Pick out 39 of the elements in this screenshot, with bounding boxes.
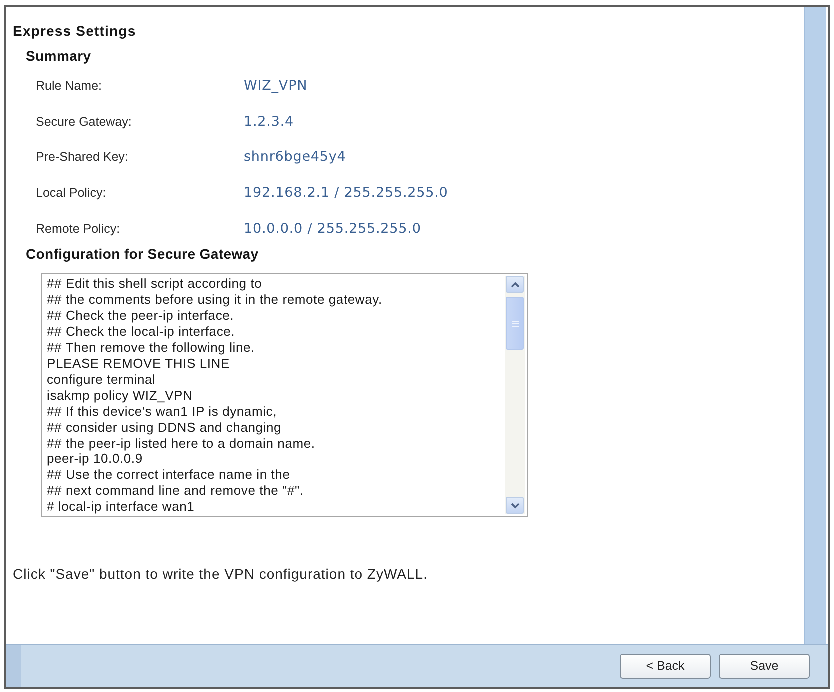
script-line: # local-ip interface wan1 — [47, 499, 196, 516]
save-button[interactable]: Save — [719, 654, 810, 678]
script-text-area[interactable] — [41, 273, 528, 518]
field-label: Rule Name: — [36, 78, 102, 93]
field-value: WIZ_VPN — [244, 78, 308, 94]
script-line: configure terminal — [47, 372, 157, 388]
script-line: ## consider using DDNS and changing — [47, 420, 283, 436]
scrollbar-track[interactable] — [505, 276, 525, 514]
section-heading: Configuration for Secure Gateway — [26, 246, 259, 262]
section-heading: Summary — [26, 48, 92, 64]
script-line: ## the comments before using it in the remote gateway. — [47, 292, 384, 308]
field-value: 192.168.2.1 / 255.255.255.0 — [244, 184, 448, 201]
chevron-down-icon — [510, 502, 520, 509]
back-button[interactable]: < Back — [620, 654, 711, 678]
script-line: ## Then remove the following line. — [47, 340, 256, 356]
field-value: shnr6bge45y4 — [244, 149, 346, 166]
script-line: ## the peer-ip listed here to a domain name. — [47, 436, 316, 452]
scroll-up-button[interactable] — [506, 276, 524, 294]
scroll-down-button[interactable] — [506, 497, 524, 514]
instruction-text: Click "Save" button to write the VPN configuration to ZyWALL. — [13, 566, 428, 582]
field-label: Pre-Shared Key: — [36, 150, 128, 164]
field-label: Local Policy: — [36, 186, 106, 200]
script-line: ## Check the local-ip interface. — [47, 324, 236, 340]
field-label: Remote Policy: — [36, 222, 120, 236]
script-line: PLEASE REMOVE THIS LINE — [47, 356, 231, 372]
dialog-title: Express Settings — [13, 23, 136, 39]
script-line: peer-ip 10.0.0.9 — [47, 451, 144, 468]
script-line: ## Edit this shell script according to — [47, 276, 264, 292]
field-label: Secure Gateway: — [36, 114, 132, 129]
script-line: ## If this device's wan1 IP is dynamic, — [47, 404, 278, 420]
script-line: ## next command line and remove the "#". — [47, 483, 305, 500]
field-value: 10.0.0.0 / 255.255.255.0 — [244, 220, 422, 237]
chevron-up-icon — [510, 282, 520, 288]
script-line: ## Use the correct interface name in the — [47, 467, 292, 484]
script-line: ## Check the peer-ip interface. — [47, 308, 236, 324]
field-value: 1.2.3.4 — [244, 114, 294, 130]
grip-icon — [512, 320, 518, 327]
scroll-thumb[interactable] — [506, 297, 524, 350]
script-line: isakmp policy WIZ_VPN — [47, 388, 194, 404]
